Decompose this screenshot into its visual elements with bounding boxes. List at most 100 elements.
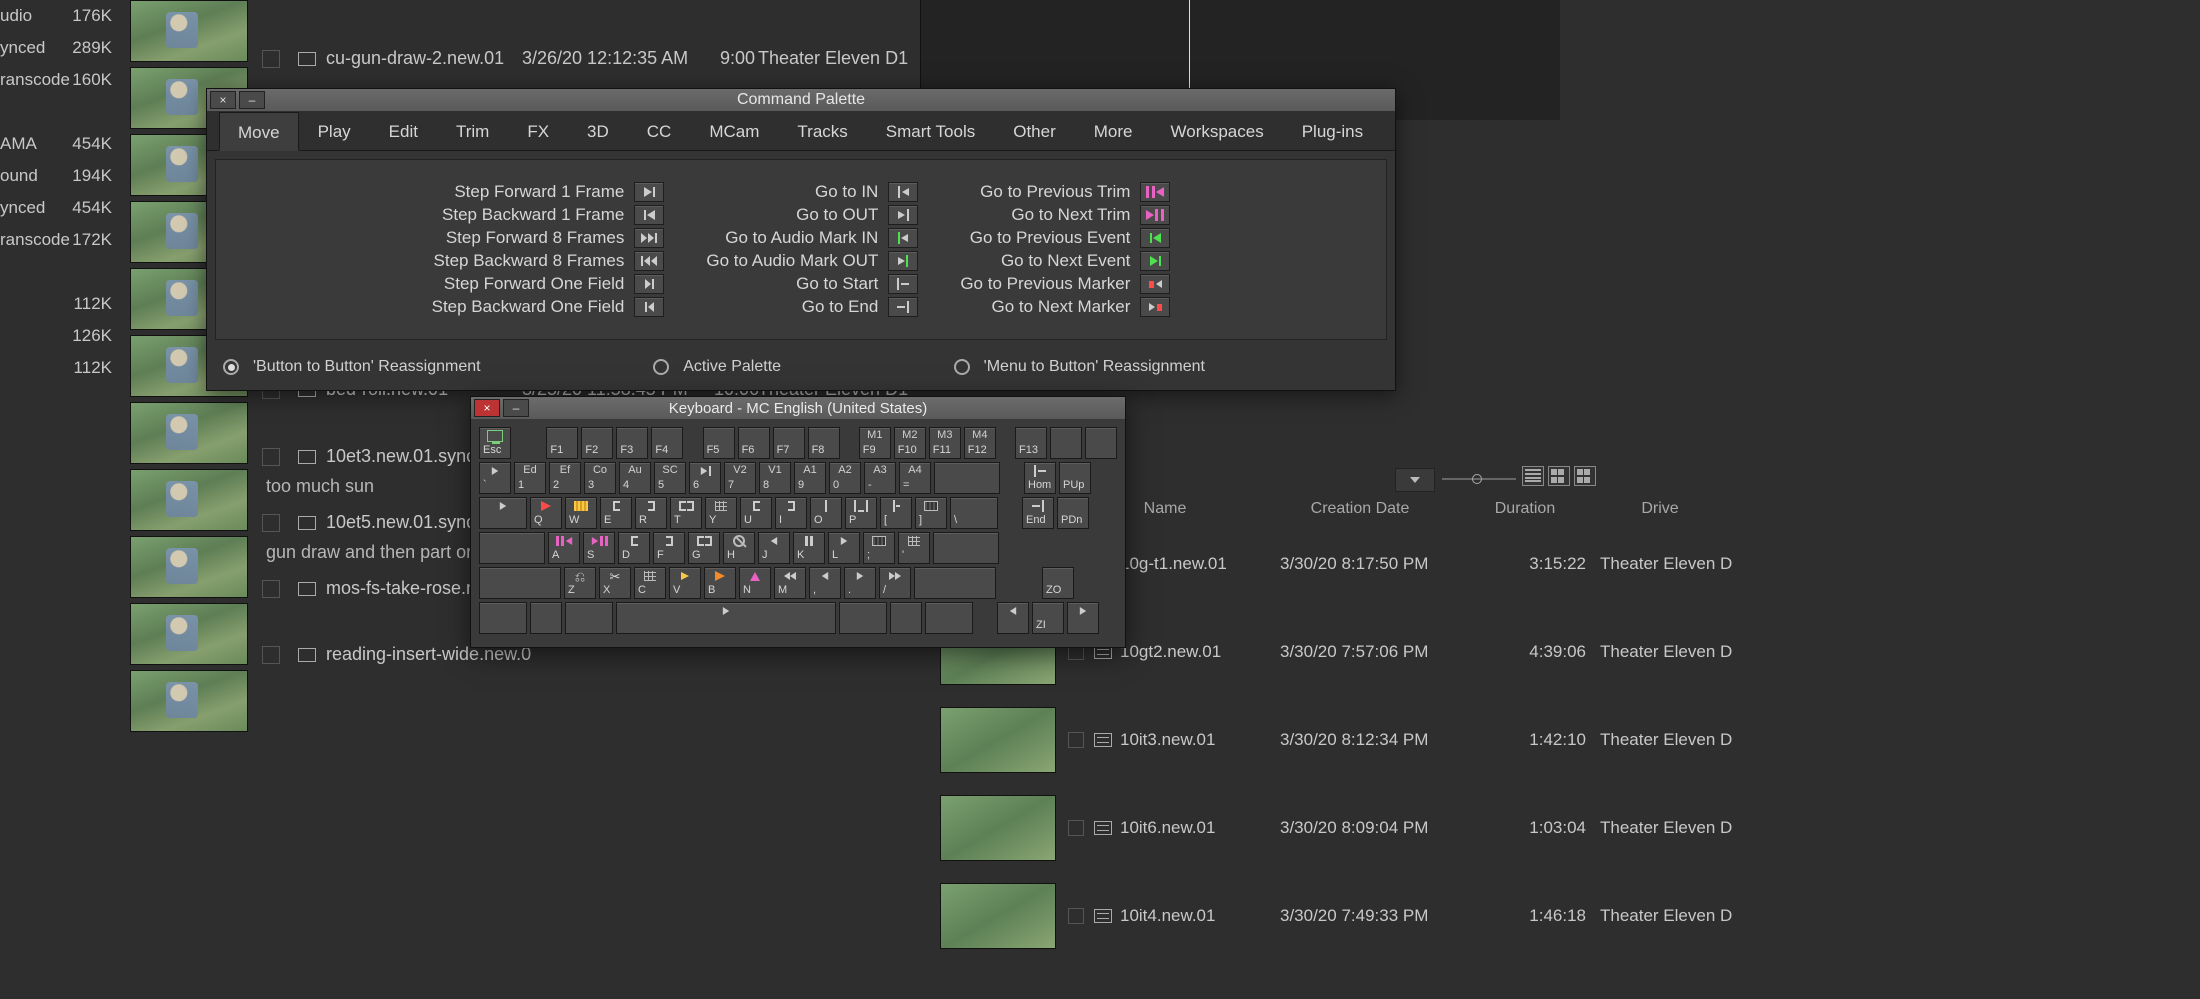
go-to-out-button[interactable] bbox=[888, 205, 918, 225]
clip-checkbox[interactable] bbox=[262, 50, 280, 68]
bin-row[interactable]: 10g-t1.new.01 3/30/20 8:17:50 PM 3:15:22… bbox=[940, 520, 2200, 608]
tab-move[interactable]: Move bbox=[219, 112, 299, 151]
go-to-audio-out-button[interactable] bbox=[888, 251, 918, 271]
tab-trim[interactable]: Trim bbox=[437, 111, 508, 150]
key-o[interactable]: O bbox=[810, 497, 842, 529]
clip-thumbnail[interactable] bbox=[940, 707, 1056, 773]
tab-other[interactable]: Other bbox=[994, 111, 1075, 150]
key-capslock[interactable] bbox=[479, 532, 545, 564]
list-view-button[interactable] bbox=[1522, 466, 1544, 486]
tab-workspaces[interactable]: Workspaces bbox=[1152, 111, 1283, 150]
grid-view-button[interactable] bbox=[1548, 466, 1570, 486]
key-f3[interactable]: F3 bbox=[616, 427, 648, 459]
key-z[interactable]: ⎌Z bbox=[564, 567, 596, 599]
key-home[interactable]: Hom bbox=[1024, 462, 1056, 494]
key-q[interactable]: Q bbox=[530, 497, 562, 529]
key-m[interactable]: M bbox=[774, 567, 806, 599]
key-pgdn[interactable]: PDn bbox=[1057, 497, 1089, 529]
key-e[interactable]: E bbox=[600, 497, 632, 529]
clip-checkbox[interactable] bbox=[262, 580, 280, 598]
key-ctrl-right[interactable] bbox=[925, 602, 973, 634]
key-menu[interactable] bbox=[890, 602, 922, 634]
key-f9[interactable]: M1F9 bbox=[859, 427, 891, 459]
clip-thumbnail[interactable] bbox=[130, 0, 248, 62]
key-shift-left[interactable] bbox=[479, 567, 561, 599]
key-x[interactable]: ✂X bbox=[599, 567, 631, 599]
key-r[interactable]: R bbox=[635, 497, 667, 529]
clip-checkbox[interactable] bbox=[1068, 908, 1084, 924]
key-k[interactable]: K bbox=[793, 532, 825, 564]
key-arrow-right[interactable] bbox=[1067, 602, 1099, 634]
key-enter[interactable] bbox=[933, 532, 999, 564]
tab-smart-tools[interactable]: Smart Tools bbox=[867, 111, 994, 150]
clip-checkbox[interactable] bbox=[262, 514, 280, 532]
key-lbracket[interactable]: [ bbox=[880, 497, 912, 529]
key-i[interactable]: I bbox=[775, 497, 807, 529]
tab-tracks[interactable]: Tracks bbox=[778, 111, 866, 150]
key-f12[interactable]: M4F12 bbox=[964, 427, 996, 459]
key-g[interactable]: G bbox=[688, 532, 720, 564]
key-slash[interactable]: / bbox=[879, 567, 911, 599]
key-backspace[interactable] bbox=[934, 462, 1000, 494]
key-j[interactable]: J bbox=[758, 532, 790, 564]
col-drive[interactable]: Drive bbox=[1590, 500, 1730, 518]
key-f8[interactable]: F8 bbox=[808, 427, 840, 459]
key-period[interactable]: . bbox=[844, 567, 876, 599]
key-zoom-out[interactable]: ZO bbox=[1042, 567, 1074, 599]
radio-menu-to-button[interactable] bbox=[954, 359, 970, 375]
key-h[interactable]: H bbox=[723, 532, 755, 564]
go-to-next-trim-button[interactable] bbox=[1140, 205, 1170, 225]
clip-row[interactable]: 10et3.new.01.sync.01 bbox=[262, 446, 500, 467]
clip-row[interactable]: 10et5.new.01.sync.01 bbox=[262, 512, 500, 533]
key-f5[interactable]: F5 bbox=[703, 427, 735, 459]
clip-checkbox[interactable] bbox=[262, 448, 280, 466]
step-backward-8-frames-button[interactable] bbox=[634, 251, 664, 271]
go-to-audio-in-button[interactable] bbox=[888, 228, 918, 248]
key-minus[interactable]: A3- bbox=[864, 462, 896, 494]
go-to-prev-trim-button[interactable] bbox=[1140, 182, 1170, 202]
key-backtick[interactable]: ` bbox=[479, 462, 511, 494]
key-f11[interactable]: M3F11 bbox=[929, 427, 961, 459]
key-backslash[interactable]: \ bbox=[950, 497, 998, 529]
bin-row[interactable]: 10it3.new.01 3/30/20 8:12:34 PM 1:42:10 … bbox=[940, 696, 2200, 784]
tab-3d[interactable]: 3D bbox=[568, 111, 628, 150]
go-to-in-button[interactable] bbox=[888, 182, 918, 202]
go-to-prev-marker-button[interactable] bbox=[1140, 274, 1170, 294]
key-f13[interactable]: F13 bbox=[1015, 427, 1047, 459]
key-f7[interactable]: F7 bbox=[773, 427, 805, 459]
key-f14[interactable] bbox=[1050, 427, 1082, 459]
bin-sort-dropdown[interactable] bbox=[1395, 468, 1435, 492]
key-equals[interactable]: A4= bbox=[899, 462, 931, 494]
step-forward-8-frames-button[interactable] bbox=[634, 228, 664, 248]
clip-thumbnail[interactable] bbox=[130, 603, 248, 665]
key-0[interactable]: A20 bbox=[829, 462, 861, 494]
col-duration[interactable]: Duration bbox=[1460, 500, 1590, 518]
key-space[interactable] bbox=[616, 602, 836, 634]
key-7[interactable]: V27 bbox=[724, 462, 756, 494]
key-5[interactable]: SC5 bbox=[654, 462, 686, 494]
key-c[interactable]: C bbox=[634, 567, 666, 599]
key-d[interactable]: D bbox=[618, 532, 650, 564]
tab-cc[interactable]: CC bbox=[628, 111, 691, 150]
key-rbracket[interactable]: ] bbox=[915, 497, 947, 529]
go-to-next-event-button[interactable] bbox=[1140, 251, 1170, 271]
key-f6[interactable]: F6 bbox=[738, 427, 770, 459]
key-9[interactable]: A19 bbox=[794, 462, 826, 494]
key-l[interactable]: L bbox=[828, 532, 860, 564]
bin-row[interactable]: 10it4.new.01 3/30/20 7:49:33 PM 1:46:18 … bbox=[940, 872, 2200, 960]
clip-thumbnail[interactable] bbox=[130, 536, 248, 598]
key-alt-right[interactable] bbox=[839, 602, 887, 634]
step-forward-1-frame-button[interactable] bbox=[634, 182, 664, 202]
go-to-prev-event-button[interactable] bbox=[1140, 228, 1170, 248]
large-grid-view-button[interactable] bbox=[1574, 466, 1596, 486]
tab-fx[interactable]: FX bbox=[508, 111, 568, 150]
key-8[interactable]: V18 bbox=[759, 462, 791, 494]
key-alt-left[interactable] bbox=[565, 602, 613, 634]
key-w[interactable]: W bbox=[565, 497, 597, 529]
key-tab[interactable] bbox=[479, 497, 527, 529]
tab-plugins[interactable]: Plug-ins bbox=[1283, 111, 1382, 150]
key-6[interactable]: 6 bbox=[689, 462, 721, 494]
bin-thumbnail-size-slider[interactable] bbox=[1442, 472, 1516, 486]
radio-button-to-button[interactable] bbox=[223, 359, 239, 375]
key-zoom-in[interactable]: ZI bbox=[1032, 602, 1064, 634]
